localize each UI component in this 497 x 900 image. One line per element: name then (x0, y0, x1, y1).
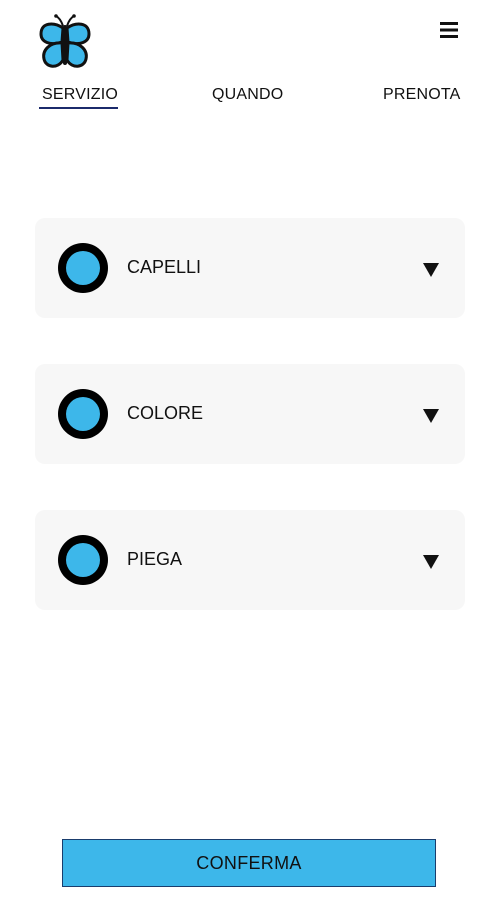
caret-down-icon[interactable] (423, 555, 439, 569)
radio-dot (66, 543, 100, 577)
step-tabs: SERVIZIO QUANDO PRENOTA (0, 86, 497, 116)
service-item-colore[interactable]: COLORE (35, 364, 465, 464)
active-tab-underline (39, 107, 118, 109)
radio-button[interactable] (58, 389, 108, 439)
radio-dot (66, 251, 100, 285)
service-item-piega[interactable]: PIEGA (35, 510, 465, 610)
caret-down-icon[interactable] (423, 409, 439, 423)
service-label: COLORE (127, 403, 204, 423)
hamburger-menu-icon[interactable] (437, 18, 461, 42)
radio-dot (66, 397, 100, 431)
caret-down-icon[interactable] (423, 263, 439, 277)
service-item-capelli[interactable]: CAPELLI (35, 218, 465, 318)
tab-prenota[interactable]: PRENOTA (383, 86, 461, 104)
radio-button[interactable] (58, 535, 108, 585)
confirm-button[interactable]: CONFERMA (62, 839, 436, 887)
radio-button[interactable] (58, 243, 108, 293)
tab-quando[interactable]: QUANDO (212, 86, 283, 104)
butterfly-logo-icon (36, 12, 94, 72)
service-label: CAPELLI (127, 257, 202, 277)
tab-servizio[interactable]: SERVIZIO (42, 86, 118, 104)
service-label: PIEGA (127, 549, 183, 569)
